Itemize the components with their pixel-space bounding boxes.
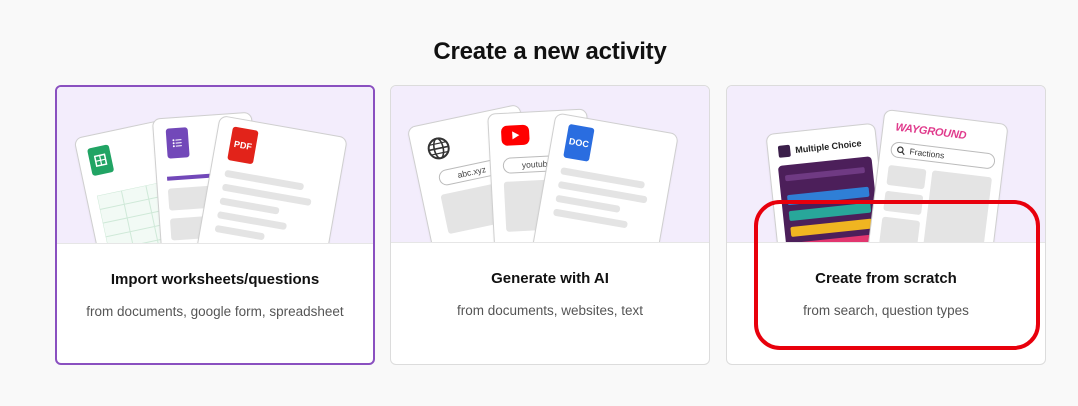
google-sheets-icon bbox=[86, 144, 115, 177]
scratch-illustration: Multiple Choice WAYGROUND Fractions bbox=[727, 86, 1045, 242]
result-tile bbox=[883, 190, 924, 216]
pdf-document: PDF bbox=[192, 114, 348, 243]
scratch-card-title: Create from scratch bbox=[815, 270, 957, 287]
generate-with-ai-card[interactable]: abc.xyz youtub DOC Generate with AI from… bbox=[390, 85, 710, 365]
import-card-subtitle: from documents, google form, spreadsheet bbox=[86, 304, 344, 319]
result-tile bbox=[922, 170, 993, 242]
import-illustration: PDF bbox=[57, 87, 373, 243]
wayground-logo: WAYGROUND bbox=[894, 121, 967, 143]
multiple-choice-label: Multiple Choice bbox=[794, 138, 862, 156]
create-from-scratch-card[interactable]: Multiple Choice WAYGROUND Fractions Crea… bbox=[726, 85, 1046, 365]
search-query: Fractions bbox=[909, 146, 945, 161]
google-forms-icon bbox=[165, 127, 190, 159]
import-card-body: Import worksheets/questions from documen… bbox=[57, 243, 373, 363]
url-label: abc.xyz bbox=[456, 164, 487, 180]
youtube-icon bbox=[500, 124, 530, 146]
search-sheet: WAYGROUND Fractions bbox=[866, 108, 1009, 242]
import-card-title: Import worksheets/questions bbox=[110, 271, 320, 288]
search-box: Fractions bbox=[889, 141, 996, 170]
doc-label: DOC bbox=[568, 136, 590, 150]
search-icon bbox=[897, 146, 905, 156]
answer-option-teal bbox=[788, 202, 872, 222]
text-line bbox=[214, 224, 265, 241]
scratch-card-body: Create from scratch from search, questio… bbox=[727, 242, 1045, 364]
ai-card-subtitle: from documents, websites, text bbox=[456, 303, 644, 318]
result-tile bbox=[879, 216, 921, 242]
answer-option-blue bbox=[786, 186, 870, 206]
video-label: youtub bbox=[521, 158, 548, 170]
ai-illustration: abc.xyz youtub DOC bbox=[391, 86, 709, 242]
page-title: Create a new activity bbox=[433, 38, 667, 65]
pdf-label: PDF bbox=[233, 138, 253, 152]
ai-card-body: Generate with AI from documents, website… bbox=[391, 242, 709, 364]
answer-option-yellow bbox=[790, 218, 873, 238]
question-panel bbox=[777, 156, 883, 242]
multiple-choice-icon bbox=[777, 144, 791, 158]
scratch-card-subtitle: from search, question types bbox=[803, 303, 969, 318]
doc-icon: DOC bbox=[563, 123, 595, 162]
ai-card-title: Generate with AI bbox=[491, 270, 609, 287]
import-worksheets-card[interactable]: PDF Import worksheets/questions from doc… bbox=[55, 85, 375, 365]
result-tile bbox=[886, 164, 927, 190]
pdf-icon: PDF bbox=[227, 126, 259, 165]
globe-icon bbox=[427, 137, 450, 160]
multiple-choice-header: Multiple Choice bbox=[777, 137, 862, 158]
